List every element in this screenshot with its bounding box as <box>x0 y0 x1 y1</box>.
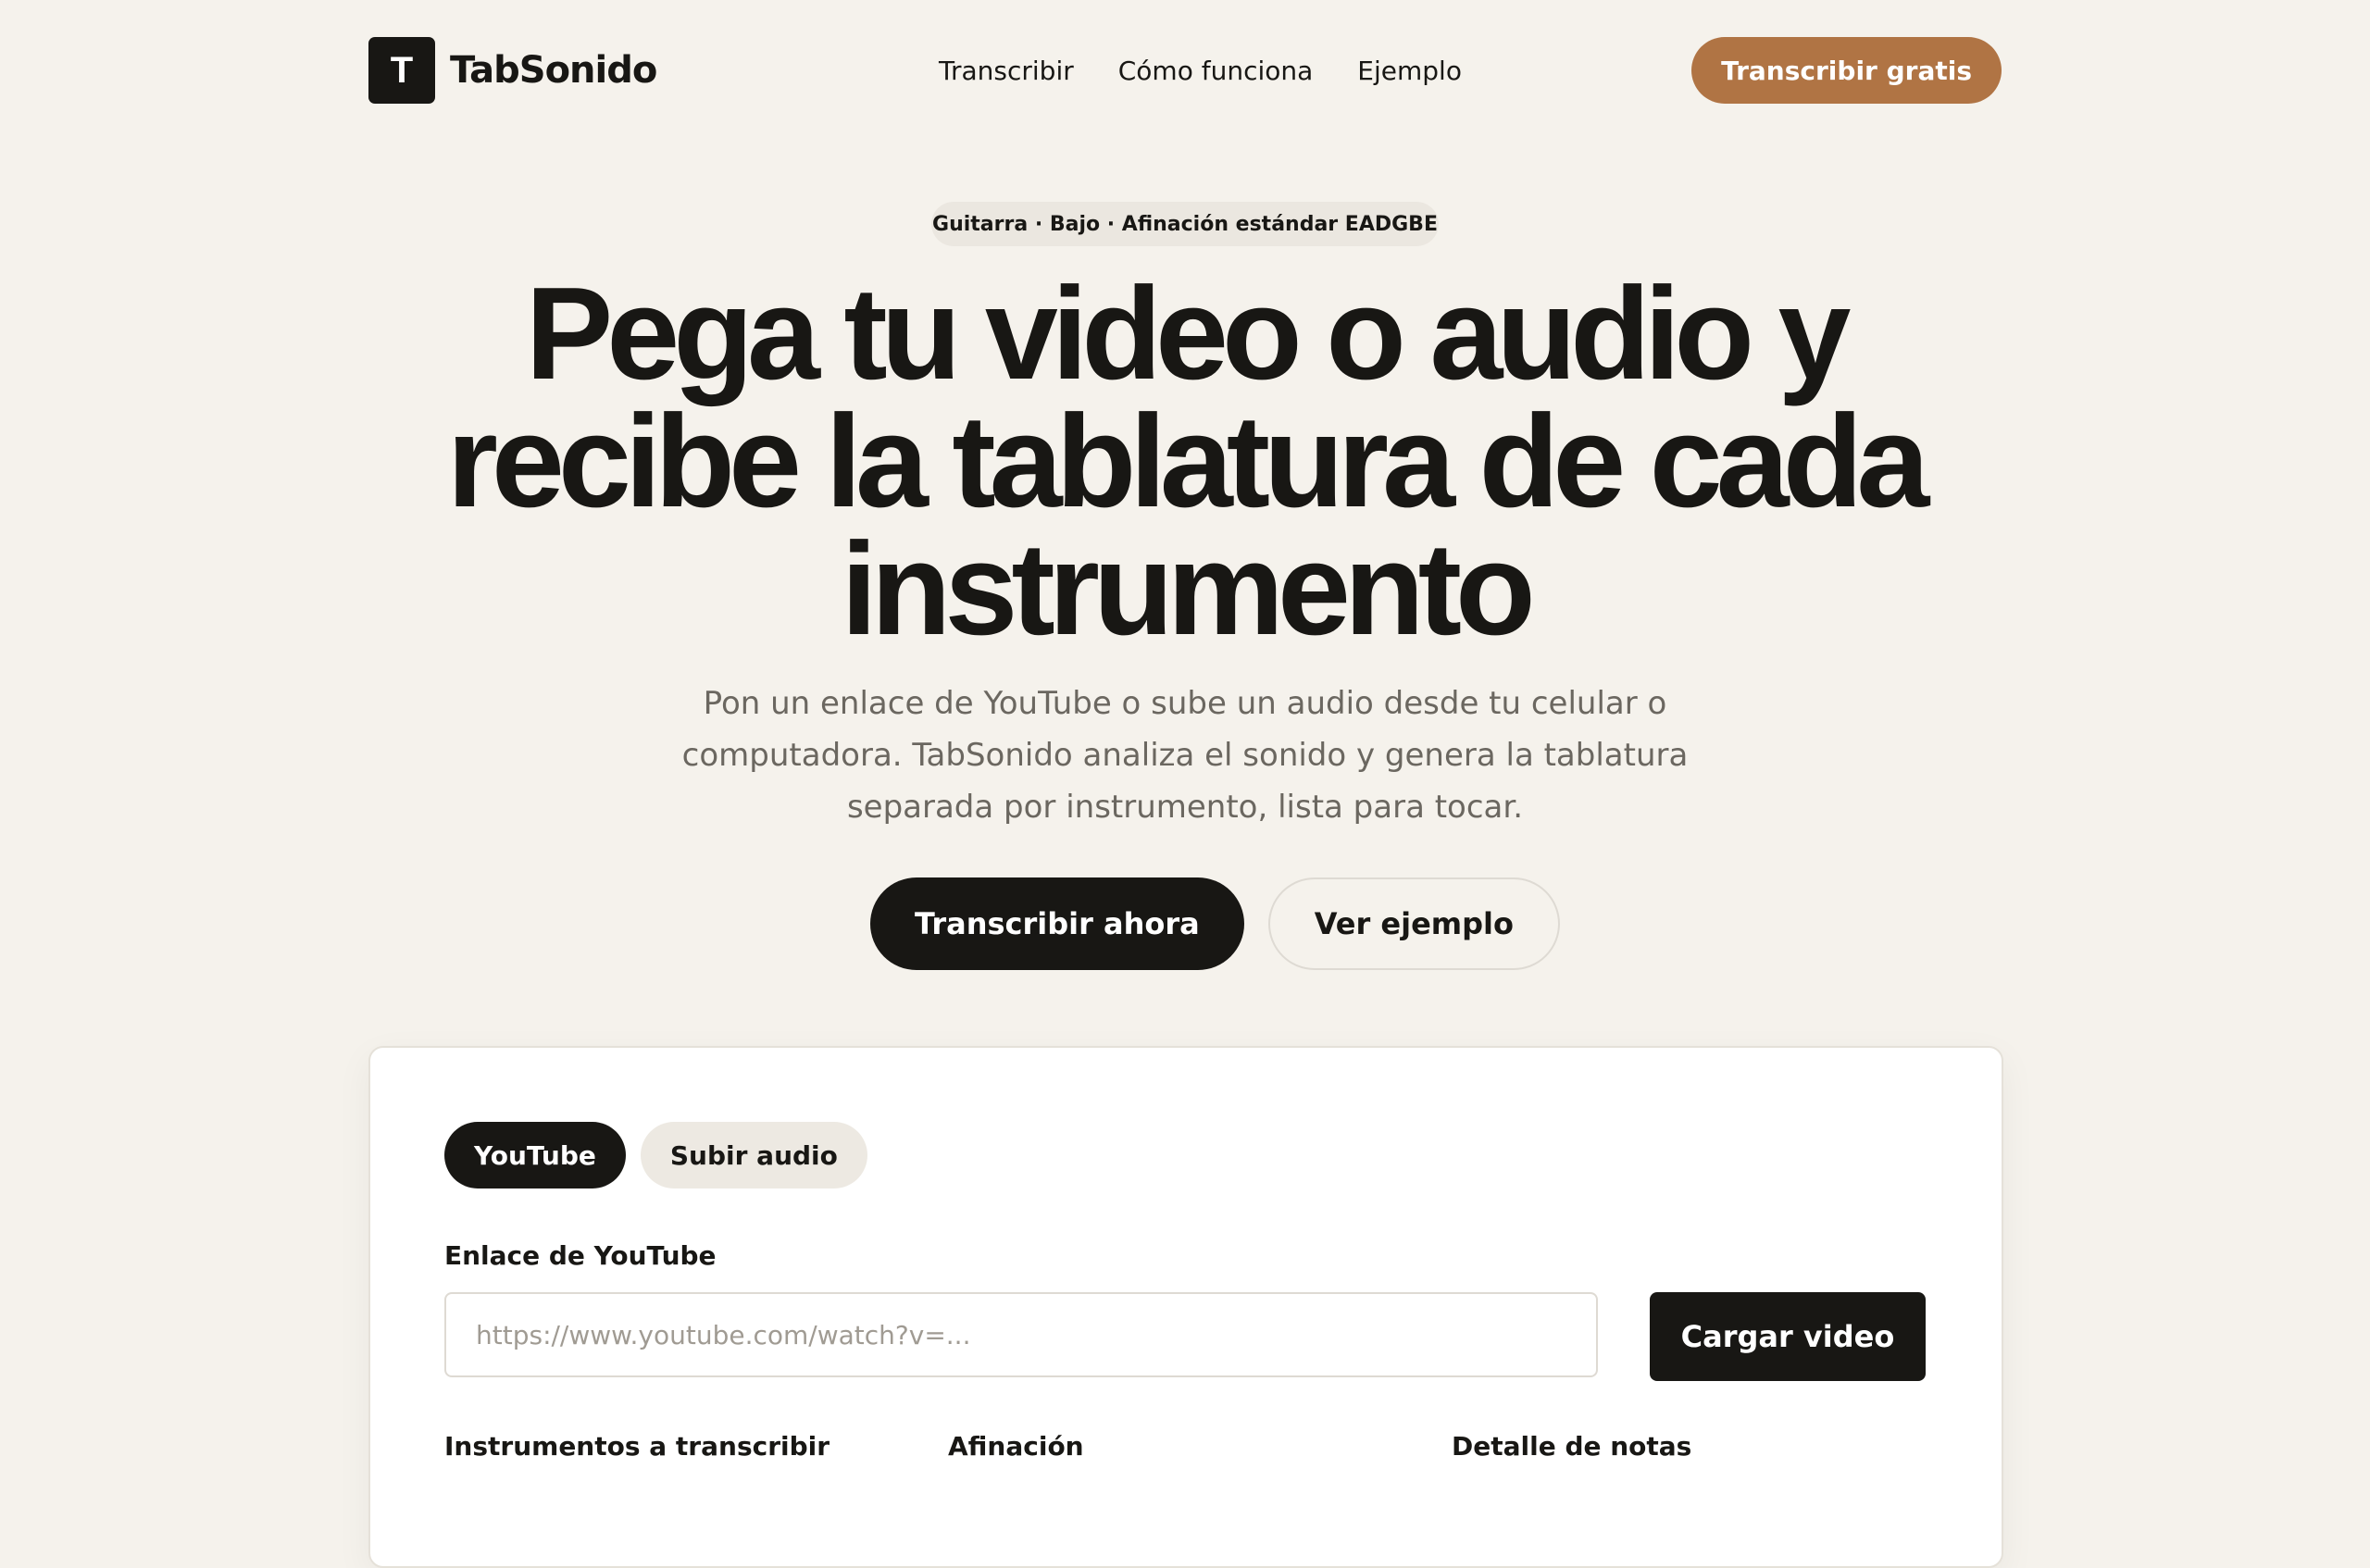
load-video-button[interactable]: Cargar video <box>1650 1292 1926 1381</box>
view-example-button[interactable]: Ver ejemplo <box>1267 877 1560 970</box>
logo-icon: T <box>368 37 435 104</box>
nav-link-como-funciona[interactable]: Cómo funciona <box>1118 56 1314 86</box>
tuning-label: Afinación <box>948 1431 1084 1462</box>
hero-title: Pega tu video o audio y recibe la tablat… <box>446 260 1930 663</box>
brand-name: TabSonido <box>450 49 657 92</box>
tab-youtube[interactable]: YouTube <box>444 1122 626 1188</box>
transcribe-free-button[interactable]: Transcribir gratis <box>1691 37 2002 104</box>
tab-upload-audio[interactable]: Subir audio <box>640 1122 867 1188</box>
youtube-link-label: Enlace de YouTube <box>444 1240 717 1271</box>
note-detail-label: Detalle de notas <box>1452 1431 1692 1462</box>
nav-link-transcribir[interactable]: Transcribir <box>939 56 1074 86</box>
youtube-url-input[interactable] <box>444 1292 1598 1377</box>
source-tabs: YouTube Subir audio <box>444 1122 867 1188</box>
transcription-card: YouTube Subir audio Enlace de YouTube Ca… <box>368 1046 2003 1568</box>
top-navigation: T TabSonido Transcribir Cómo funciona Ej… <box>368 37 2002 104</box>
nav-links: Transcribir Cómo funciona Ejemplo <box>939 37 1462 104</box>
instrument-badge: Guitarra · Bajo · Afinación estándar EAD… <box>931 202 1439 246</box>
hero-subtitle: Pon un enlace de YouTube o sube un audio… <box>681 685 1689 826</box>
hero-actions: Transcribir ahora Ver ejemplo <box>870 877 1560 970</box>
instruments-label: Instrumentos a transcribir <box>444 1431 830 1462</box>
brand-logo[interactable]: T TabSonido <box>368 37 657 104</box>
nav-link-ejemplo[interactable]: Ejemplo <box>1357 56 1462 86</box>
transcribe-now-button[interactable]: Transcribir ahora <box>870 877 1244 970</box>
